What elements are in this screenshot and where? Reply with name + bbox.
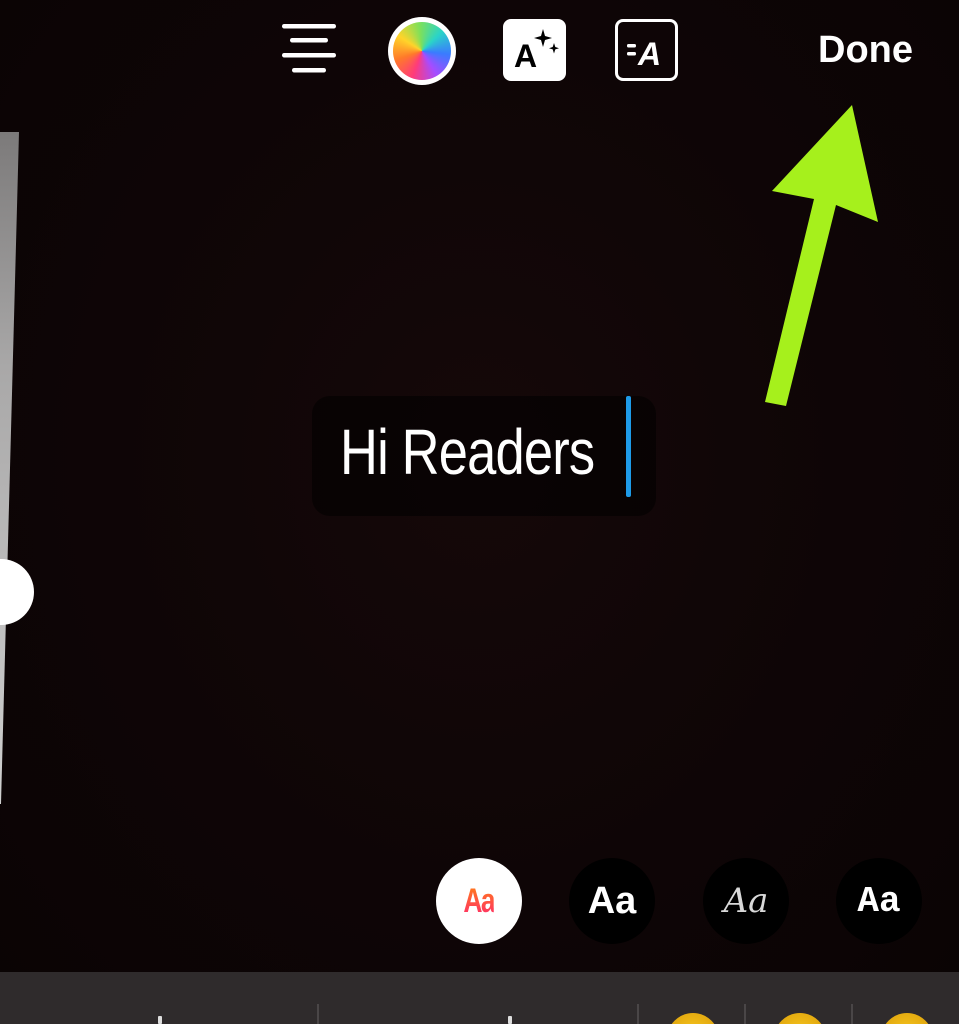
text-caret — [626, 396, 631, 497]
story-text-input[interactable]: Hi Readers — [340, 412, 595, 492]
suggestion-divider — [744, 1004, 746, 1024]
font-style-label: Aa — [587, 879, 637, 922]
font-style-typewriter[interactable]: Aa — [836, 858, 922, 944]
font-style-script[interactable]: Aa — [703, 858, 789, 944]
font-style-classic-selected[interactable]: Aa — [436, 858, 522, 944]
font-style-modern[interactable]: Aa — [569, 858, 655, 944]
slider-track — [0, 132, 19, 804]
suggestion-divider — [851, 1004, 853, 1024]
svg-text:A: A — [637, 36, 661, 72]
text-background-button[interactable]: A — [615, 19, 678, 81]
text-effects-sparkle-icon: A — [514, 29, 559, 74]
text-size-slider[interactable] — [0, 132, 34, 804]
text-color-button[interactable] — [388, 17, 456, 85]
font-style-label: Aa — [857, 880, 901, 922]
suggestion-text-fragment[interactable] — [508, 1016, 512, 1024]
text-align-button[interactable] — [278, 18, 340, 80]
suggestion-divider — [317, 1004, 319, 1024]
svg-text:A: A — [514, 38, 537, 74]
suggestion-text-fragment[interactable] — [158, 1016, 162, 1024]
done-button[interactable]: Done — [818, 26, 938, 74]
font-style-label: Aa — [463, 881, 496, 920]
text-effects-button[interactable]: A — [503, 19, 566, 81]
color-wheel-icon — [393, 22, 451, 80]
arrow-annotation-icon — [765, 105, 878, 406]
suggestion-divider — [637, 1004, 639, 1024]
align-center-icon — [282, 24, 336, 73]
keyboard-suggestion-bar — [0, 972, 959, 1024]
font-style-label: Aa — [723, 881, 769, 921]
story-text-editor: A A Done Hi Readers Aa Aa Aa Aa — [0, 0, 959, 1024]
text-background-icon: A — [627, 36, 661, 72]
